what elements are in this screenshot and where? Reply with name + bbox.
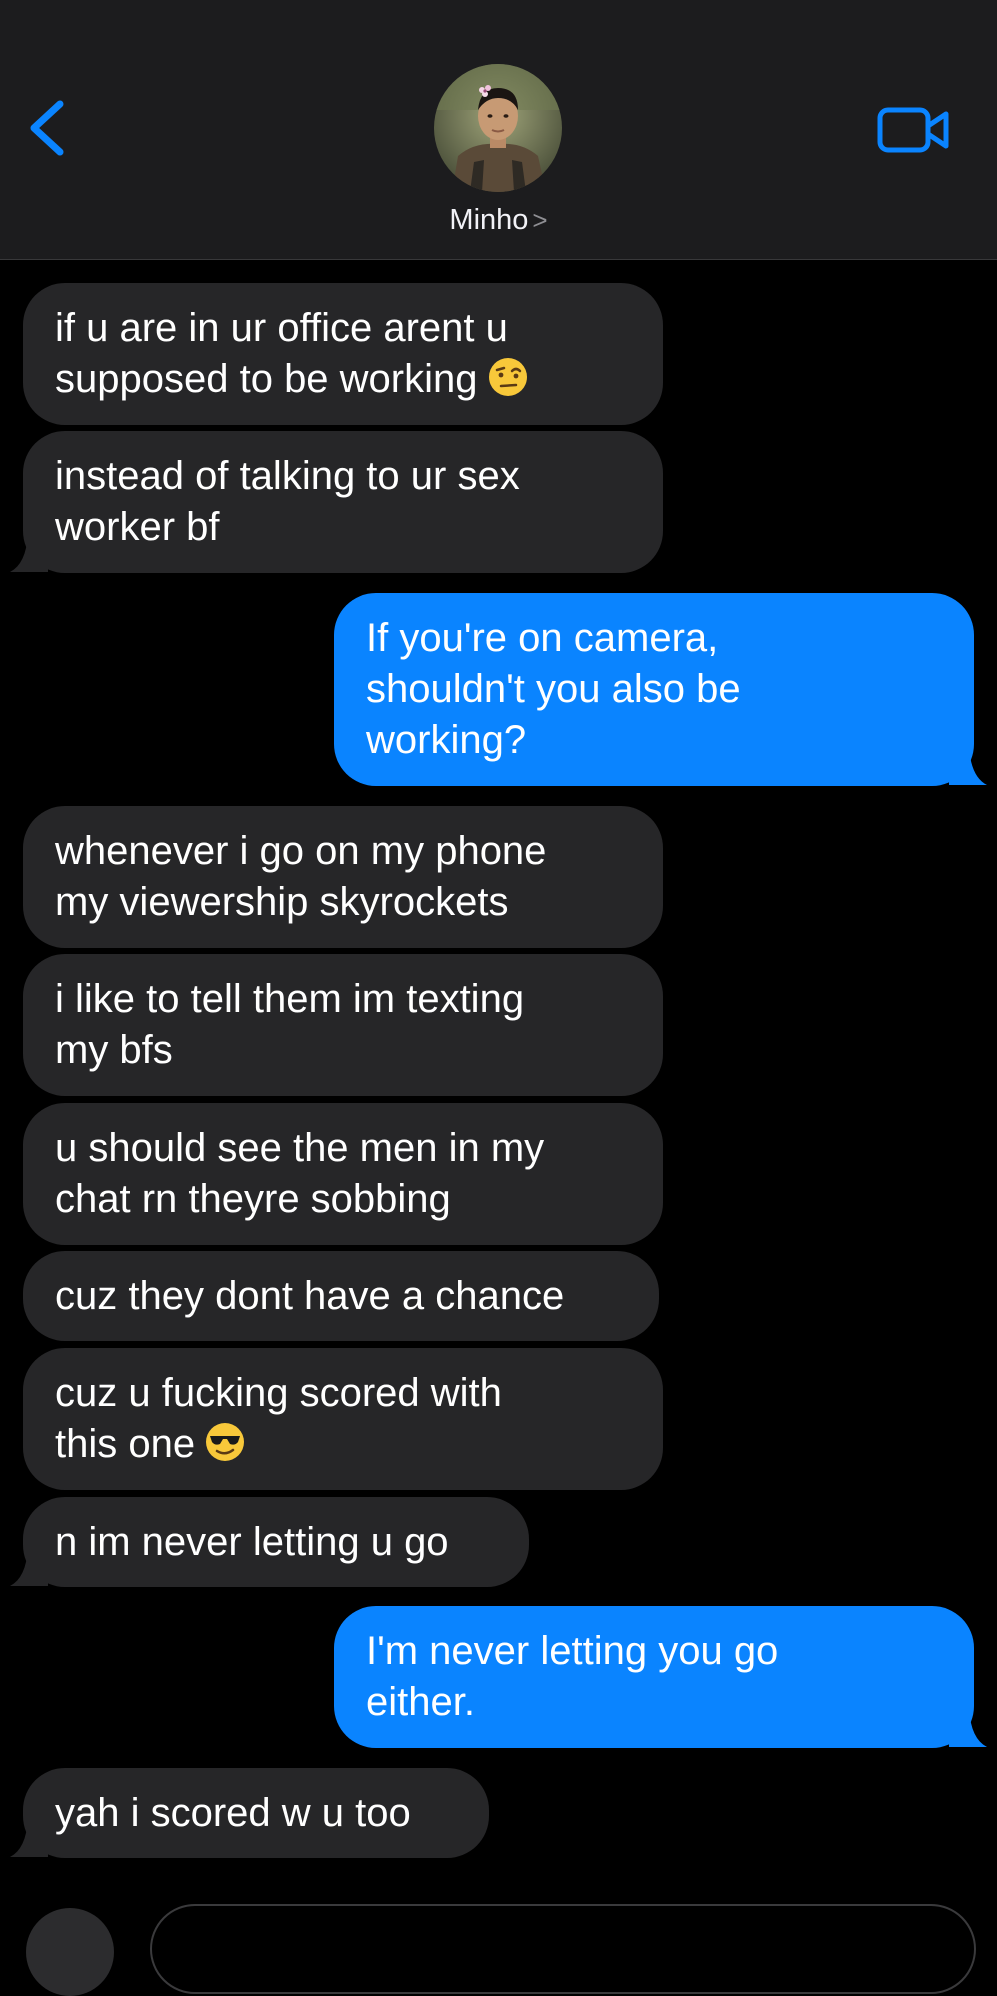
message-text: If you're on camera, shouldn't you also … <box>366 616 741 762</box>
message-bubble-incoming[interactable]: if u are in ur office arent u supposed t… <box>23 283 663 425</box>
message-bubble-incoming[interactable]: n im never letting u go <box>23 1497 529 1587</box>
message-input[interactable] <box>150 1904 976 1994</box>
message-bubble-incoming[interactable]: u should see the men in my chat rn theyr… <box>23 1103 663 1245</box>
bubble-tail <box>10 534 48 572</box>
message-bubble-incoming[interactable]: i like to tell them im texting my bfs <box>23 954 663 1096</box>
message-text: cuz they dont have a chance <box>55 1274 565 1318</box>
message-text: i like to tell them im texting my bfs <box>55 977 525 1072</box>
message-text: whenever i go on my phone my viewership … <box>55 829 547 924</box>
message-text: n im never letting u go <box>55 1520 449 1564</box>
message-text: instead of talking to ur sex worker bf <box>55 454 520 549</box>
back-button[interactable] <box>24 96 72 160</box>
message-bubble-incoming[interactable]: yah i scored w u too <box>23 1768 489 1858</box>
chevron-right-icon: > <box>532 205 548 235</box>
chevron-left-icon <box>30 100 64 156</box>
video-camera-icon <box>877 107 949 153</box>
message-bubble-incoming[interactable]: whenever i go on my phone my viewership … <box>23 806 663 948</box>
raised-eyebrow-emoji-icon <box>488 358 527 397</box>
avatar[interactable] <box>434 64 562 192</box>
video-call-button[interactable] <box>876 100 952 160</box>
message-bubble-incoming[interactable]: instead of talking to ur sex worker bf <box>23 431 663 573</box>
message-bubble-outgoing[interactable]: If you're on camera, shouldn't you also … <box>334 593 974 786</box>
message-bubble-incoming[interactable]: cuz u fucking scored with this one <box>23 1348 663 1490</box>
conversation-header: Minho > <box>0 0 997 260</box>
bubble-tail <box>10 1819 48 1857</box>
sunglasses-emoji-icon <box>206 1423 245 1462</box>
message-text: yah i scored w u too <box>55 1791 411 1835</box>
message-bubble-outgoing[interactable]: I'm never letting you go either. <box>334 1606 974 1748</box>
message-text: I'm never letting you go either. <box>366 1629 779 1724</box>
message-text: if u are in ur office arent u supposed t… <box>55 306 508 401</box>
avatar-image <box>434 64 562 192</box>
bubble-tail <box>949 1709 987 1747</box>
message-text: cuz u fucking scored with this one <box>55 1371 502 1466</box>
bubble-tail <box>10 1548 48 1586</box>
contact-name: Minho <box>449 204 529 236</box>
bubble-tail <box>949 747 987 785</box>
app-drawer-button[interactable] <box>26 1908 114 1996</box>
message-text: u should see the men in my chat rn theyr… <box>55 1126 545 1221</box>
message-bubble-incoming[interactable]: cuz they dont have a chance <box>23 1251 659 1341</box>
contact-name-button[interactable]: Minho > <box>0 204 997 237</box>
